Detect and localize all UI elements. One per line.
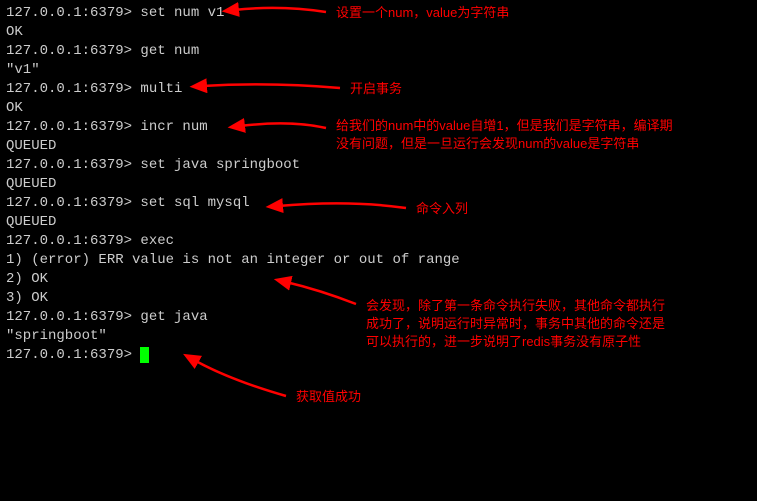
terminal-line: 127.0.0.1:6379> exec bbox=[6, 232, 751, 251]
prompt: 127.0.0.1:6379> bbox=[6, 194, 140, 213]
terminal-line: 3) OK bbox=[6, 289, 751, 308]
prompt: 127.0.0.1:6379> bbox=[6, 42, 140, 61]
terminal-line: QUEUED bbox=[6, 213, 751, 232]
terminal-line: 127.0.0.1:6379> multi bbox=[6, 80, 751, 99]
annotation-label: 获取值成功 bbox=[296, 388, 361, 406]
command-text: exec bbox=[140, 232, 174, 251]
output-text: OK bbox=[6, 23, 23, 42]
prompt: 127.0.0.1:6379> bbox=[6, 156, 140, 175]
output-text: "v1" bbox=[6, 61, 40, 80]
terminal-line: "v1" bbox=[6, 61, 751, 80]
output-text: "springboot" bbox=[6, 327, 107, 346]
command-text: set sql mysql bbox=[140, 194, 249, 213]
prompt: 127.0.0.1:6379> bbox=[6, 4, 140, 23]
prompt: 127.0.0.1:6379> bbox=[6, 118, 140, 137]
terminal-line: QUEUED bbox=[6, 137, 751, 156]
terminal-line: 127.0.0.1:6379> bbox=[6, 346, 751, 365]
terminal-line: 127.0.0.1:6379> incr num bbox=[6, 118, 751, 137]
cursor[interactable] bbox=[140, 347, 149, 363]
command-text: set java springboot bbox=[140, 156, 300, 175]
output-text: 3) OK bbox=[6, 289, 48, 308]
command-text: incr num bbox=[140, 118, 207, 137]
terminal-line: "springboot" bbox=[6, 327, 751, 346]
command-text: get java bbox=[140, 308, 207, 327]
terminal-line: OK bbox=[6, 23, 751, 42]
terminal-line: 127.0.0.1:6379> set sql mysql bbox=[6, 194, 751, 213]
prompt: 127.0.0.1:6379> bbox=[6, 346, 140, 365]
output-text: 1) (error) ERR value is not an integer o… bbox=[6, 251, 460, 270]
terminal-output: 127.0.0.1:6379> set num v1OK127.0.0.1:63… bbox=[6, 4, 751, 365]
prompt: 127.0.0.1:6379> bbox=[6, 80, 140, 99]
arrow-icon bbox=[194, 360, 286, 396]
terminal-line: OK bbox=[6, 99, 751, 118]
terminal-line: 1) (error) ERR value is not an integer o… bbox=[6, 251, 751, 270]
output-text: 2) OK bbox=[6, 270, 48, 289]
command-text: set num v1 bbox=[140, 4, 224, 23]
prompt: 127.0.0.1:6379> bbox=[6, 232, 140, 251]
prompt: 127.0.0.1:6379> bbox=[6, 308, 140, 327]
output-text: QUEUED bbox=[6, 137, 56, 156]
terminal-line: QUEUED bbox=[6, 175, 751, 194]
output-text: QUEUED bbox=[6, 175, 56, 194]
output-text: QUEUED bbox=[6, 213, 56, 232]
command-text: multi bbox=[140, 80, 182, 99]
terminal-line: 127.0.0.1:6379> set num v1 bbox=[6, 4, 751, 23]
output-text: OK bbox=[6, 99, 23, 118]
terminal-line: 127.0.0.1:6379> get java bbox=[6, 308, 751, 327]
terminal-line: 127.0.0.1:6379> set java springboot bbox=[6, 156, 751, 175]
terminal-line: 127.0.0.1:6379> get num bbox=[6, 42, 751, 61]
terminal-line: 2) OK bbox=[6, 270, 751, 289]
command-text: get num bbox=[140, 42, 199, 61]
